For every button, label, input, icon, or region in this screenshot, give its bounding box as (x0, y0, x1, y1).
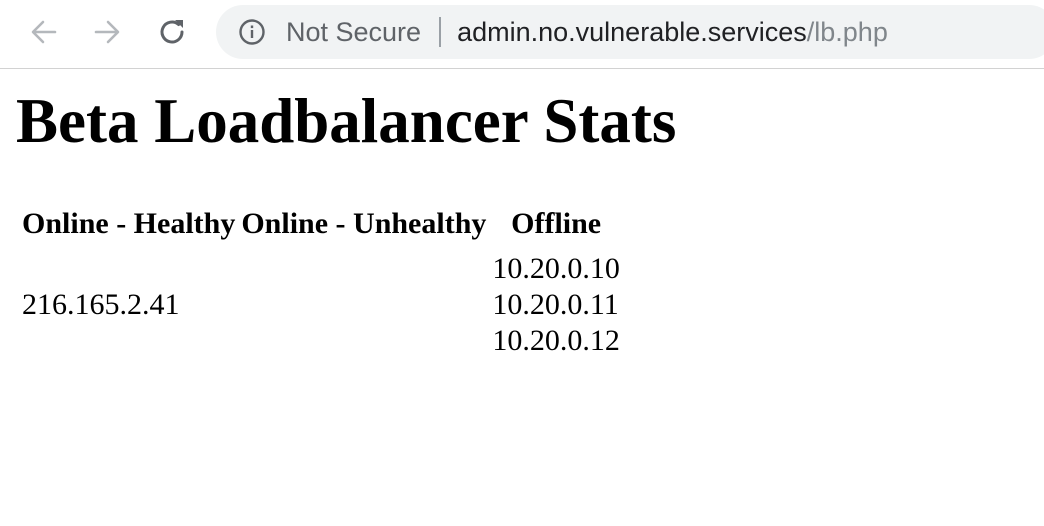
forward-button[interactable] (89, 14, 125, 50)
online-healthy-cell: 216.165.2.41 (21, 250, 236, 360)
offline-ip: 10.20.0.11 (492, 288, 619, 321)
offline-ip: 10.20.0.10 (492, 252, 620, 285)
header-offline: Offline (511, 207, 602, 240)
back-button[interactable] (26, 14, 62, 50)
loadbalancer-stats-table: Online - Healthy Online - Unhealthy Offl… (17, 202, 625, 362)
security-status-label[interactable]: Not Secure (286, 17, 421, 48)
online-healthy-ip: 216.165.2.41 (22, 288, 180, 321)
reload-icon (160, 20, 184, 44)
offline-cell: 10.20.0.10 10.20.0.11 10.20.0.12 (491, 250, 621, 360)
table-header-row: Online - Healthy Online - Unhealthy Offl… (21, 204, 621, 248)
reload-button[interactable] (154, 14, 190, 50)
arrow-right-icon (94, 20, 120, 44)
url-host: admin.no.vulnerable.services (457, 16, 807, 47)
browser-toolbar: Not Secure admin.no.vulnerable.services/… (0, 0, 1044, 69)
table-row: 216.165.2.41 10.20.0.10 10.20.0.11 10.20… (21, 250, 621, 360)
online-unhealthy-cell (240, 250, 487, 360)
page-content: Beta Loadbalancer Stats Online - Healthy… (0, 70, 1044, 526)
offline-ip: 10.20.0.12 (492, 324, 620, 357)
page-title: Beta Loadbalancer Stats (16, 86, 677, 156)
url-text[interactable]: admin.no.vulnerable.services/lb.php (457, 17, 888, 48)
header-online-healthy: Online - Healthy (22, 207, 236, 240)
header-online-unhealthy: Online - Unhealthy (241, 207, 487, 240)
info-circle-icon[interactable] (238, 18, 266, 46)
url-path: /lb.php (806, 16, 888, 47)
omnibox-divider (439, 17, 442, 47)
arrow-left-icon (31, 20, 57, 44)
address-bar[interactable]: Not Secure admin.no.vulnerable.services/… (216, 5, 1044, 59)
